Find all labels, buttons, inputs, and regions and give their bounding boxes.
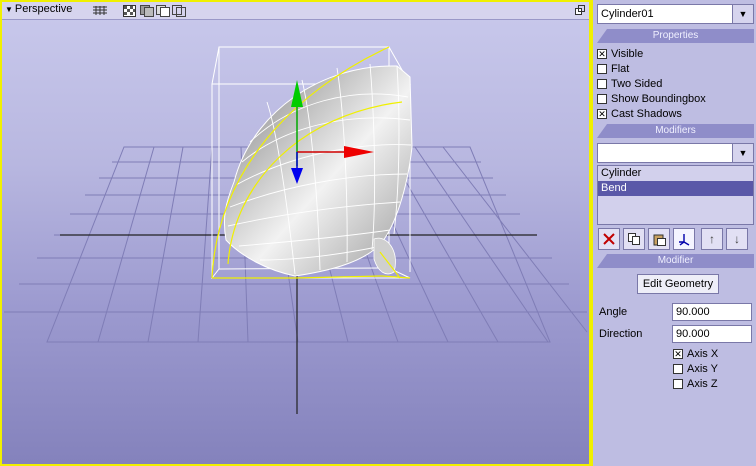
axis-z-label: Axis Z — [687, 378, 718, 390]
modifier-select[interactable]: ▼ — [597, 143, 754, 163]
properties-panel: Cylinder01 ▼ Properties ✕ Visible Flat T… — [591, 0, 756, 466]
axis-x-checkbox-row[interactable]: ✕ Axis X — [673, 347, 718, 361]
axis-x-label: Axis X — [687, 348, 719, 360]
object-select-value: Cylinder01 — [601, 8, 654, 20]
show-boundingbox-checkbox-row[interactable]: Show Boundingbox — [597, 92, 706, 106]
scene-canvas[interactable] — [2, 20, 589, 466]
object-select[interactable]: Cylinder01 ▼ — [597, 4, 754, 24]
shading-mode-solid-icon[interactable] — [140, 5, 154, 17]
axis-z-checkbox-row[interactable]: Axis Z — [673, 377, 718, 391]
grid-toggle-icon[interactable] — [92, 4, 108, 16]
angle-label: Angle — [599, 306, 628, 318]
modifier-stack-list[interactable]: Cylinder Bend — [597, 165, 754, 225]
gizmo-axes-icon — [679, 234, 690, 246]
viewport-title-label: Perspective — [14, 3, 73, 15]
shading-mode-checker-icon[interactable] — [123, 5, 136, 17]
delete-modifier-button[interactable] — [598, 228, 620, 250]
modifier-section-header: Modifier — [597, 254, 754, 268]
visible-checkbox[interactable]: ✕ — [597, 49, 607, 59]
cast-shadows-label: Cast Shadows — [611, 108, 682, 120]
cast-shadows-checkbox[interactable]: ✕ — [597, 109, 607, 119]
properties-section-header: Properties — [597, 29, 754, 43]
paste-modifier-button[interactable] — [648, 228, 670, 250]
paste-icon — [653, 234, 666, 246]
modifiers-section-header: Modifiers — [597, 124, 754, 138]
axis-x-checkbox[interactable]: ✕ — [673, 349, 683, 359]
axis-z-checkbox[interactable] — [673, 379, 683, 389]
visible-label: Visible — [611, 48, 644, 60]
gizmo-modifier-button[interactable] — [673, 228, 695, 250]
axis-y-label: Axis Y — [687, 363, 718, 375]
perspective-viewport[interactable]: ▼ Perspective — [0, 0, 591, 466]
delete-x-icon — [603, 233, 615, 245]
arrow-up-icon: ↑ — [709, 232, 715, 246]
shading-mode-wire-icon[interactable] — [172, 5, 186, 17]
axis-y-checkbox[interactable] — [673, 364, 683, 374]
copy-modifier-button[interactable] — [623, 228, 645, 250]
flat-checkbox-row[interactable]: Flat — [597, 62, 629, 76]
maximize-icon[interactable] — [575, 5, 585, 15]
show-boundingbox-label: Show Boundingbox — [611, 93, 706, 105]
viewport-title[interactable]: ▼ Perspective — [5, 3, 72, 15]
edit-geometry-button[interactable]: Edit Geometry — [637, 274, 719, 294]
chevron-down-icon[interactable]: ▼ — [732, 5, 753, 23]
move-up-button[interactable]: ↑ — [701, 228, 723, 250]
direction-input[interactable]: 90.000 — [672, 325, 752, 343]
axis-y-checkbox-row[interactable]: Axis Y — [673, 362, 718, 376]
copy-icon — [628, 233, 640, 245]
two-sided-checkbox-row[interactable]: Two Sided — [597, 77, 662, 91]
move-down-button[interactable]: ↓ — [726, 228, 748, 250]
arrow-down-icon: ↓ — [734, 232, 740, 246]
two-sided-checkbox[interactable] — [597, 79, 607, 89]
visible-checkbox-row[interactable]: ✕ Visible — [597, 47, 643, 61]
menu-arrow-icon: ▼ — [5, 5, 13, 14]
direction-label: Direction — [599, 328, 643, 340]
angle-input[interactable]: 90.000 — [672, 303, 752, 321]
flat-label: Flat — [611, 63, 630, 75]
shading-mode-flat-icon[interactable] — [156, 5, 170, 17]
flat-checkbox[interactable] — [597, 64, 607, 74]
two-sided-label: Two Sided — [611, 78, 663, 90]
viewport-header: ▼ Perspective — [2, 2, 589, 20]
modifier-item-cylinder[interactable]: Cylinder — [598, 166, 753, 181]
modifier-item-bend[interactable]: Bend — [598, 181, 753, 196]
show-boundingbox-checkbox[interactable] — [597, 94, 607, 104]
cast-shadows-checkbox-row[interactable]: ✕ Cast Shadows — [597, 107, 682, 121]
chevron-down-icon[interactable]: ▼ — [732, 144, 753, 162]
